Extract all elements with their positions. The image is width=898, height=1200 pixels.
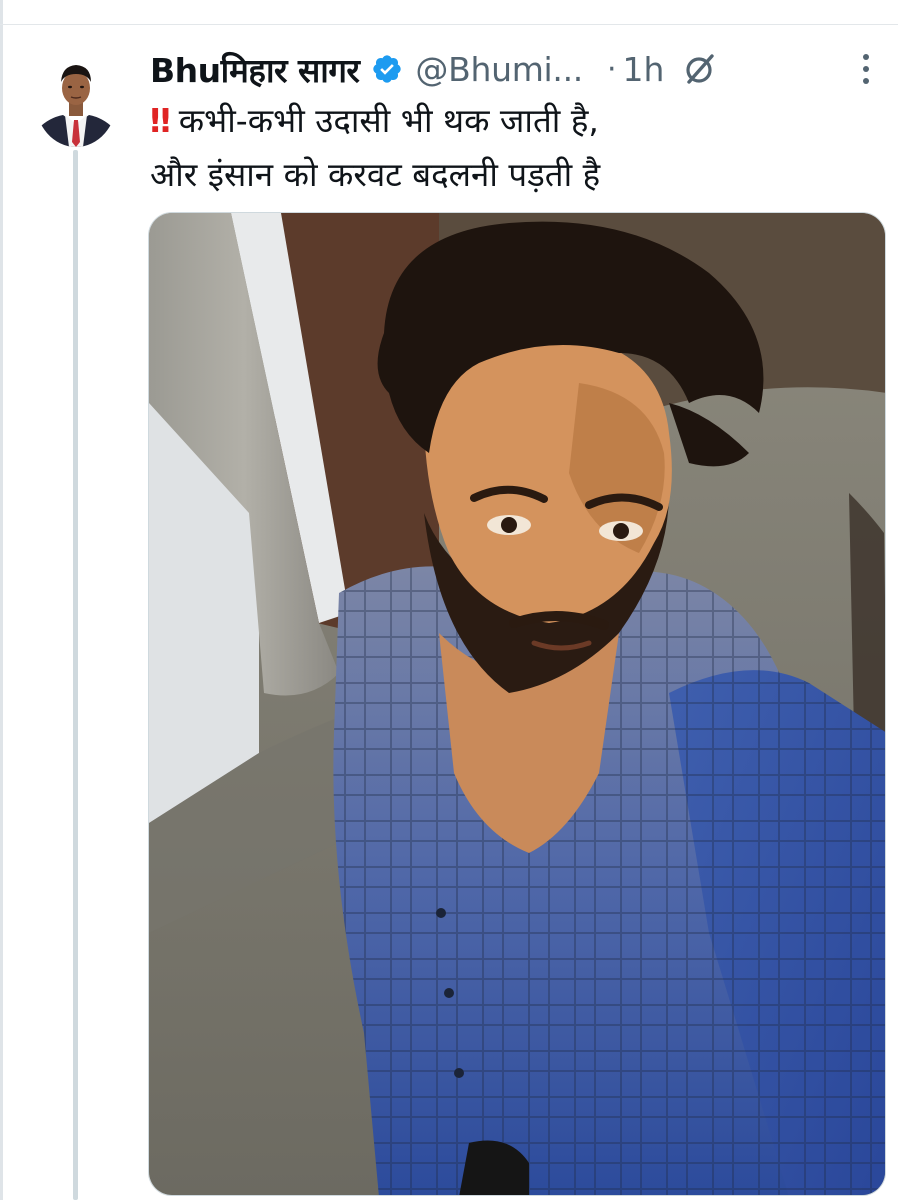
avatar-image	[35, 52, 117, 147]
tweet-photo[interactable]	[148, 212, 886, 1196]
timestamp[interactable]: 1h	[623, 50, 665, 89]
selfie-photo-image	[149, 213, 885, 1195]
grok-icon[interactable]	[682, 51, 718, 87]
thread-connector-line	[73, 150, 78, 1200]
tweet-text-line-1-content: कभी-कभी उदासी भी थक जाती है,	[178, 101, 599, 140]
left-edge-border	[0, 0, 3, 1200]
avatar[interactable]	[35, 52, 117, 147]
tweet-text: ‼ कभी-कभी उदासी भी थक जाती है, और इंसान क…	[150, 94, 880, 202]
user-handle[interactable]: @Bhumi...	[415, 50, 583, 89]
separator-dot: ·	[606, 51, 617, 87]
tweet-text-line-2: और इंसान को करवट बदलनी पड़ती है	[150, 155, 601, 194]
tweet-screen: Bhuमिहार सागर @Bhumi... · 1h ‼ कभी-कभी उद…	[0, 0, 898, 1200]
more-options-icon[interactable]	[858, 52, 874, 86]
verified-badge-icon[interactable]	[371, 53, 403, 85]
display-name[interactable]: Bhuमिहार सागर	[150, 47, 360, 92]
tweet-header: Bhuमिहार सागर @Bhumi... · 1h	[150, 46, 890, 92]
double-exclamation-emoji: ‼	[150, 101, 171, 140]
top-divider	[0, 24, 898, 25]
tweet-text-line-1: ‼ कभी-कभी उदासी भी थक जाती है,	[150, 94, 880, 148]
